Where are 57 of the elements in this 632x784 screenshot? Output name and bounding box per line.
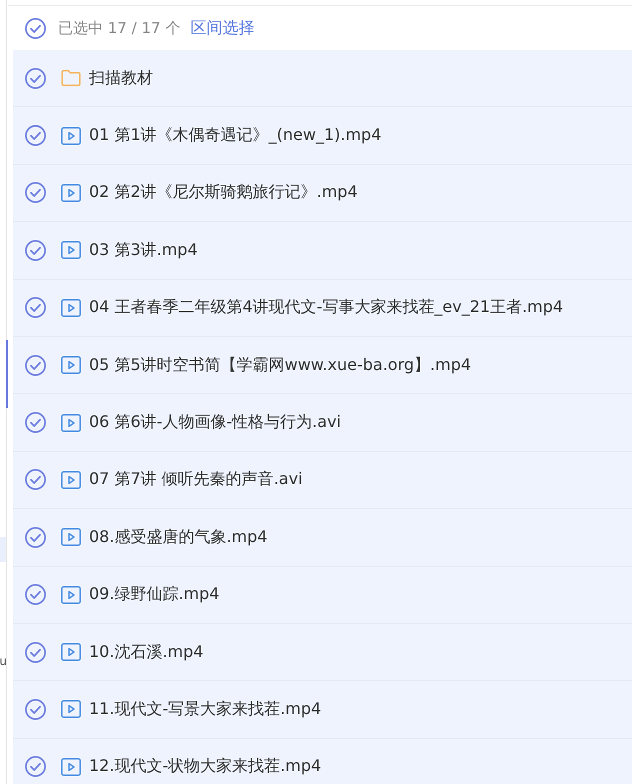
file-row[interactable]: 11.现代文-写景大家来找茬.mp4 (13, 681, 632, 739)
checkbox-icon[interactable] (25, 240, 46, 261)
checkbox-icon[interactable] (25, 412, 46, 434)
file-row[interactable]: 09.绿野仙踪.mp4 (13, 566, 632, 624)
play-video-icon (61, 528, 81, 546)
file-row[interactable]: 08.感受盛唐的气象.mp4 (13, 509, 632, 567)
file-name: 05 第5讲时空书简【学霸网www.xue-ba.org】.mp4 (89, 354, 472, 376)
checkbox-icon[interactable] (25, 182, 46, 204)
play-video-icon (61, 643, 81, 662)
play-video-icon (61, 298, 81, 317)
file-row[interactable]: 07 第7讲 倾听先秦的声音.avi (13, 452, 632, 510)
checkbox-icon[interactable] (25, 756, 46, 778)
select-all-checkbox-icon[interactable] (25, 18, 46, 38)
play-video-icon (61, 700, 81, 718)
file-row[interactable]: 04 王者春季二年级第4讲现代文-写事大家来找茬_ev_21王者.mp4 (13, 280, 632, 337)
file-name: 12.现代文-状物大家来找茬.mp4 (89, 756, 322, 778)
checkbox-icon[interactable] (25, 297, 46, 318)
resize-handle[interactable] (6, 340, 8, 408)
file-name: 03 第3讲.mp4 (89, 240, 198, 261)
checkbox-icon[interactable] (25, 125, 46, 146)
file-name: 04 王者春季二年级第4讲现代文-写事大家来找茬_ev_21王者.mp4 (89, 297, 564, 318)
checkbox-icon[interactable] (25, 68, 46, 89)
play-video-icon (61, 586, 81, 604)
file-row[interactable]: 06 第6讲-人物画像-性格与行为.avi (13, 394, 632, 452)
play-video-icon (61, 414, 81, 432)
checkbox-icon[interactable] (25, 584, 46, 606)
checkbox-icon[interactable] (25, 354, 46, 376)
file-row[interactable]: 01 第1讲《木偶奇遇记》_(new_1).mp4 (13, 107, 632, 165)
range-select-link[interactable]: 区间选择 (190, 18, 254, 38)
play-video-icon (61, 126, 81, 145)
file-name: 02 第2讲《尼尔斯骑鹅旅行记》.mp4 (89, 182, 358, 204)
selection-count: 已选中 17 / 17 个 (58, 18, 180, 38)
file-name: 08.感受盛唐的气象.mp4 (89, 526, 268, 548)
file-row[interactable]: 03 第3讲.mp4 (13, 222, 632, 280)
file-name: 10.沈石溪.mp4 (89, 642, 204, 663)
file-row[interactable]: 扫描教材 (13, 50, 632, 108)
file-name: 11.现代文-写景大家来找茬.mp4 (89, 698, 322, 720)
play-video-icon (61, 184, 81, 202)
checkbox-icon[interactable] (25, 469, 46, 490)
play-video-icon (61, 470, 81, 489)
file-row[interactable]: 10.沈石溪.mp4 (13, 624, 632, 682)
play-video-icon (61, 241, 81, 260)
file-name: 07 第7讲 倾听先秦的声音.avi (89, 469, 303, 490)
file-name: 扫描教材 (89, 68, 153, 89)
file-name: 01 第1讲《木偶奇遇记》_(new_1).mp4 (89, 125, 382, 146)
file-name: 09.绿野仙踪.mp4 (89, 584, 220, 606)
file-row[interactable]: 12.现代文-状物大家来找茬.mp4 (13, 738, 632, 784)
sidebar-item[interactable]: u (0, 648, 7, 673)
file-row[interactable]: 02 第2讲《尼尔斯骑鹅旅行记》.mp4 (13, 164, 632, 222)
folder-icon (61, 69, 81, 88)
checkbox-icon[interactable] (25, 642, 46, 663)
file-row[interactable]: 05 第5讲时空书简【学霸网www.xue-ba.org】.mp4 (13, 336, 632, 394)
play-video-icon (61, 758, 81, 776)
checkbox-icon[interactable] (25, 698, 46, 720)
play-video-icon (61, 356, 81, 374)
file-name: 06 第6讲-人物画像-性格与行为.avi (89, 412, 341, 434)
checkbox-icon[interactable] (25, 526, 46, 548)
